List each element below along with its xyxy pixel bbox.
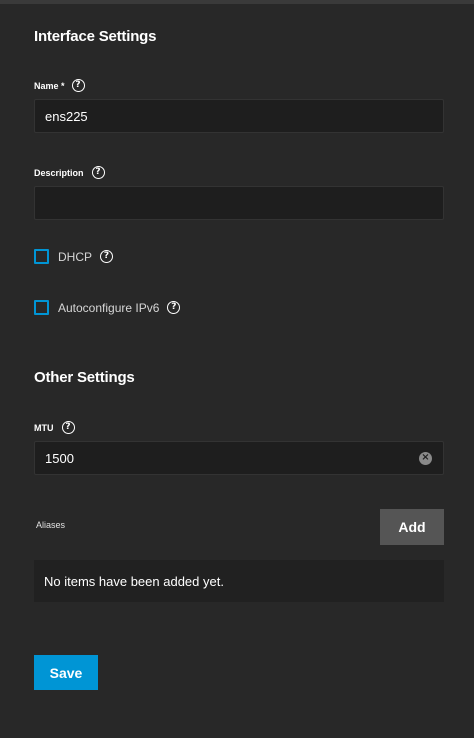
- top-divider: [0, 0, 474, 4]
- clear-icon[interactable]: ×: [419, 451, 432, 465]
- autoconfigure-ipv6-checkbox-row[interactable]: Autoconfigure IPv6 ?: [34, 300, 181, 315]
- name-label: Name *: [34, 80, 65, 91]
- dhcp-label: DHCP: [58, 249, 93, 264]
- description-input[interactable]: [34, 186, 444, 220]
- help-icon[interactable]: ?: [61, 421, 75, 434]
- add-alias-button[interactable]: Add: [380, 509, 444, 545]
- mtu-label-row: MTU ?: [34, 421, 75, 434]
- mtu-input-value: 1500: [45, 450, 74, 466]
- aliases-label: Aliases: [36, 520, 66, 530]
- mtu-label: MTU: [34, 422, 54, 433]
- name-label-row: Name * ?: [34, 79, 85, 92]
- dhcp-checkbox-row[interactable]: DHCP ?: [34, 249, 114, 264]
- autoconfigure-ipv6-label: Autoconfigure IPv6: [58, 300, 160, 315]
- help-icon[interactable]: ?: [167, 301, 181, 314]
- other-settings-title: Other Settings: [34, 369, 135, 386]
- mtu-input[interactable]: 1500 ×: [34, 441, 444, 475]
- description-label: Description: [34, 167, 84, 178]
- aliases-empty-text: No items have been added yet.: [44, 573, 224, 589]
- help-icon[interactable]: ?: [91, 166, 105, 179]
- aliases-empty-state: No items have been added yet.: [34, 560, 444, 602]
- name-input-value: ens225: [45, 108, 88, 124]
- description-label-row: Description ?: [34, 166, 105, 179]
- save-button[interactable]: Save: [34, 655, 98, 690]
- dhcp-checkbox[interactable]: [34, 249, 49, 264]
- interface-settings-title: Interface Settings: [34, 28, 157, 45]
- help-icon[interactable]: ?: [71, 79, 85, 92]
- help-icon[interactable]: ?: [100, 250, 114, 263]
- autoconfigure-ipv6-checkbox[interactable]: [34, 300, 49, 315]
- name-input[interactable]: ens225: [34, 99, 444, 133]
